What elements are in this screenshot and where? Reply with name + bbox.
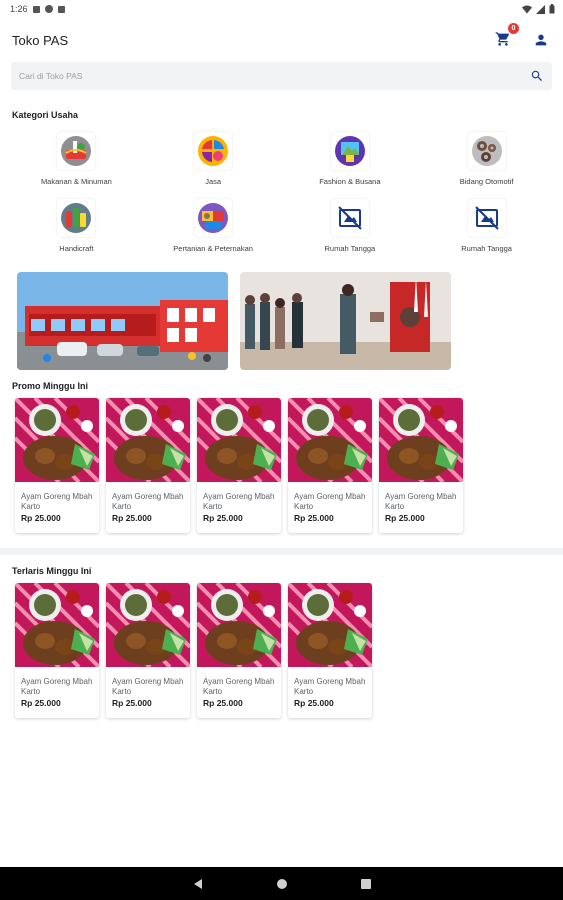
product-price: Rp 25.000 — [112, 513, 152, 523]
food-drink-icon — [57, 132, 96, 170]
section-title-categories: Kategori Usaha — [12, 110, 79, 120]
category-label: Handicraft — [59, 244, 94, 253]
status-time: 1:26 — [10, 4, 28, 14]
section-title-promo: Promo Minggu Ini — [12, 381, 88, 391]
product-image — [15, 398, 99, 482]
product-price: Rp 25.000 — [112, 698, 152, 708]
banner-building[interactable] — [17, 272, 228, 370]
category-item-food[interactable]: Makanan & Minuman — [8, 128, 145, 195]
product-card[interactable]: Ayam Goreng Mbah Karto Rp 25.000 — [106, 583, 190, 718]
product-card[interactable]: Ayam Goreng Mbah Karto Rp 25.000 — [197, 583, 281, 718]
product-price: Rp 25.000 — [203, 698, 243, 708]
category-label: Rumah Tangga — [324, 244, 376, 253]
category-grid: Makanan & Minuman Jasa Fashion & Busana … — [0, 128, 563, 262]
product-name: Ayam Goreng Mbah Karto — [385, 492, 457, 511]
product-card[interactable]: Ayam Goreng Mbah Karto Rp 25.000 — [288, 398, 372, 533]
product-card[interactable]: Ayam Goreng Mbah Karto Rp 25.000 — [15, 583, 99, 718]
product-image — [15, 583, 99, 667]
home-icon[interactable] — [276, 878, 288, 890]
product-image — [197, 398, 281, 482]
no-image-icon — [330, 199, 369, 237]
product-price: Rp 25.000 — [385, 513, 425, 523]
product-image — [288, 398, 372, 482]
product-price: Rp 25.000 — [294, 513, 334, 523]
shopping-cart-icon — [495, 32, 510, 46]
product-price: Rp 25.000 — [294, 698, 334, 708]
automotive-icon — [467, 132, 506, 170]
product-card[interactable]: Ayam Goreng Mbah Karto Rp 25.000 — [106, 398, 190, 533]
section-divider — [0, 548, 563, 555]
handicraft-icon — [57, 199, 96, 237]
product-name: Ayam Goreng Mbah Karto — [21, 492, 93, 511]
agriculture-icon — [194, 199, 233, 237]
category-item-household-2[interactable]: Rumah Tangga — [418, 195, 555, 262]
back-icon[interactable] — [192, 878, 204, 890]
category-item-handicraft[interactable]: Handicraft — [8, 195, 145, 262]
category-item-automotive[interactable]: Bidang Otomotif — [418, 128, 555, 195]
product-name: Ayam Goreng Mbah Karto — [294, 677, 366, 696]
category-label: Makanan & Minuman — [40, 177, 112, 186]
category-label: Bidang Otomotif — [459, 177, 514, 186]
recents-icon[interactable] — [360, 878, 372, 890]
services-icon — [194, 132, 233, 170]
app-bar: Toko PAS 0 — [0, 18, 563, 62]
product-name: Ayam Goreng Mbah Karto — [294, 492, 366, 511]
category-label: Rumah Tangga — [461, 244, 512, 253]
system-nav-bar — [0, 867, 563, 900]
search-icon[interactable] — [530, 69, 544, 83]
category-item-services[interactable]: Jasa — [145, 128, 282, 195]
banner-ceremony[interactable] — [240, 272, 451, 370]
section-title-bestseller: Terlaris Minggu Ini — [12, 566, 92, 576]
notification-icon — [32, 5, 40, 13]
battery-icon — [549, 4, 555, 14]
product-card[interactable]: Ayam Goreng Mbah Karto Rp 25.000 — [288, 583, 372, 718]
product-name: Ayam Goreng Mbah Karto — [203, 492, 275, 511]
wifi-icon — [522, 5, 532, 13]
product-name: Ayam Goreng Mbah Karto — [112, 677, 184, 696]
product-card[interactable]: Ayam Goreng Mbah Karto Rp 25.000 — [197, 398, 281, 533]
product-name: Ayam Goreng Mbah Karto — [21, 677, 93, 696]
sim-card-icon — [57, 5, 65, 13]
product-image — [197, 583, 281, 667]
product-image — [106, 583, 190, 667]
cart-button[interactable]: 0 — [495, 23, 519, 49]
signal-icon — [536, 4, 545, 14]
banner-carousel — [0, 272, 563, 370]
category-item-household-1[interactable]: Rumah Tangga — [282, 195, 419, 262]
category-item-agriculture[interactable]: Pertanian & Peternakan — [145, 195, 282, 262]
category-label: Pertanian & Peternakan — [173, 244, 253, 253]
product-image — [106, 398, 190, 482]
bestseller-product-list: Ayam Goreng Mbah Karto Rp 25.000 Ayam Gore… — [0, 583, 563, 718]
sync-icon — [44, 5, 53, 13]
product-card[interactable]: Ayam Goreng Mbah Karto Rp 25.000 — [15, 398, 99, 533]
cart-count-badge: 0 — [508, 23, 519, 34]
product-image — [379, 398, 463, 482]
category-label: Fashion & Busana — [319, 177, 381, 186]
category-item-fashion[interactable]: Fashion & Busana — [282, 128, 419, 195]
product-price: Rp 25.000 — [21, 698, 61, 708]
status-bar: 1:26 — [0, 0, 563, 18]
search-input[interactable] — [19, 71, 499, 81]
search-bar[interactable] — [11, 62, 552, 90]
fashion-icon — [330, 132, 369, 170]
product-price: Rp 25.000 — [21, 513, 61, 523]
no-image-icon — [467, 199, 506, 237]
product-name: Ayam Goreng Mbah Karto — [203, 677, 275, 696]
product-card[interactable]: Ayam Goreng Mbah Karto Rp 25.000 — [379, 398, 463, 533]
account-icon[interactable] — [533, 32, 549, 48]
product-price: Rp 25.000 — [203, 513, 243, 523]
category-label: Jasa — [205, 177, 222, 186]
promo-product-list: Ayam Goreng Mbah Karto Rp 25.000 Ayam Gore… — [0, 398, 563, 533]
product-image — [288, 583, 372, 667]
product-name: Ayam Goreng Mbah Karto — [112, 492, 184, 511]
app-title: Toko PAS — [12, 32, 69, 48]
